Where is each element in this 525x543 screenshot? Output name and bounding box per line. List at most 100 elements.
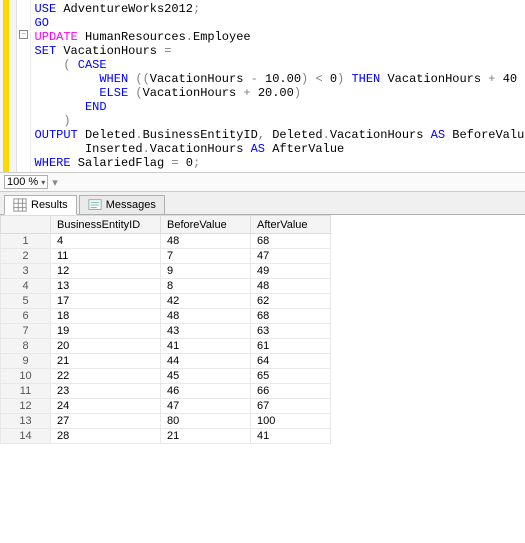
cell[interactable]: 44	[161, 354, 251, 369]
kw-else: ELSE	[35, 86, 129, 100]
row-header[interactable]: 12	[1, 399, 51, 414]
cell[interactable]: 19	[51, 324, 161, 339]
table-row[interactable]: 5174262	[1, 294, 331, 309]
row-header[interactable]: 10	[1, 369, 51, 384]
cell[interactable]: 23	[51, 384, 161, 399]
cell[interactable]: 22	[51, 369, 161, 384]
table-row[interactable]: 12244767	[1, 399, 331, 414]
row-header[interactable]: 13	[1, 414, 51, 429]
cell[interactable]: 20	[51, 339, 161, 354]
cell[interactable]: 4	[51, 234, 161, 249]
corner-cell[interactable]	[1, 216, 51, 234]
cell[interactable]: 68	[251, 309, 331, 324]
tab-messages[interactable]: Messages	[79, 195, 165, 215]
cell[interactable]: 47	[161, 399, 251, 414]
cell[interactable]: 48	[251, 279, 331, 294]
kw-set: SET	[35, 44, 57, 58]
table-row[interactable]: 10224565	[1, 369, 331, 384]
row-header[interactable]: 9	[1, 354, 51, 369]
table-row[interactable]: 11234666	[1, 384, 331, 399]
cell[interactable]: 49	[251, 264, 331, 279]
kw-go: GO	[35, 16, 49, 30]
zoom-dash-icon: ▾	[52, 176, 58, 189]
cell[interactable]: 65	[251, 369, 331, 384]
row-header[interactable]: 14	[1, 429, 51, 444]
sql-editor: − USE AdventureWorks2012; GO UPDATE Huma…	[0, 0, 525, 173]
cell[interactable]: 46	[161, 384, 251, 399]
cell[interactable]: 67	[251, 399, 331, 414]
cell[interactable]: 80	[161, 414, 251, 429]
cell[interactable]: 41	[251, 429, 331, 444]
cell[interactable]: 42	[161, 294, 251, 309]
code-area[interactable]: USE AdventureWorks2012; GO UPDATE HumanR…	[31, 0, 525, 172]
change-gutter	[0, 0, 17, 172]
cell[interactable]: 18	[51, 309, 161, 324]
table-row[interactable]: 7194363	[1, 324, 331, 339]
cell[interactable]: 47	[251, 249, 331, 264]
cell[interactable]: 8	[161, 279, 251, 294]
cell[interactable]: 7	[161, 249, 251, 264]
row-header[interactable]: 8	[1, 339, 51, 354]
cell[interactable]: 45	[161, 369, 251, 384]
grid-icon	[13, 198, 27, 212]
kw-when: WHEN	[35, 72, 129, 86]
cell[interactable]: 9	[161, 264, 251, 279]
tab-results[interactable]: Results	[4, 195, 77, 215]
tab-results-label: Results	[31, 199, 68, 211]
kw-output: OUTPUT	[35, 128, 78, 142]
edit-marker	[3, 0, 9, 172]
table-row[interactable]: 413848	[1, 279, 331, 294]
table-row[interactable]: 8204161	[1, 339, 331, 354]
col-header-aftervalue[interactable]: AfterValue	[251, 216, 331, 234]
fold-column: −	[17, 0, 30, 172]
table-row[interactable]: 6184868	[1, 309, 331, 324]
cell[interactable]: 48	[161, 309, 251, 324]
table-row[interactable]: 14282141	[1, 429, 331, 444]
cell[interactable]: 28	[51, 429, 161, 444]
cell[interactable]: 24	[51, 399, 161, 414]
cell[interactable]: 11	[51, 249, 161, 264]
cell[interactable]: 48	[161, 234, 251, 249]
cell[interactable]: 43	[161, 324, 251, 339]
table-row[interactable]: 144868	[1, 234, 331, 249]
table-row[interactable]: 211747	[1, 249, 331, 264]
row-header[interactable]: 6	[1, 309, 51, 324]
row-header[interactable]: 2	[1, 249, 51, 264]
zoom-select[interactable]: 100 % ▾	[4, 175, 48, 189]
kw-update: UPDATE	[35, 30, 78, 44]
col-header-businessentityid[interactable]: BusinessEntityID	[51, 216, 161, 234]
kw-use: USE	[35, 2, 57, 16]
cell[interactable]: 27	[51, 414, 161, 429]
kw-where: WHERE	[35, 156, 71, 170]
messages-icon	[88, 198, 102, 212]
table-row[interactable]: 312949	[1, 264, 331, 279]
cell[interactable]: 21	[161, 429, 251, 444]
table-row[interactable]: 132780100	[1, 414, 331, 429]
row-header[interactable]: 7	[1, 324, 51, 339]
cell[interactable]: 63	[251, 324, 331, 339]
cell[interactable]: 68	[251, 234, 331, 249]
kw-then: THEN	[351, 72, 380, 86]
header-row: BusinessEntityID BeforeValue AfterValue	[1, 216, 331, 234]
cell[interactable]: 21	[51, 354, 161, 369]
table-row[interactable]: 9214464	[1, 354, 331, 369]
cell[interactable]: 64	[251, 354, 331, 369]
cell[interactable]: 100	[251, 414, 331, 429]
row-header[interactable]: 3	[1, 264, 51, 279]
cell[interactable]: 61	[251, 339, 331, 354]
row-header[interactable]: 1	[1, 234, 51, 249]
collapse-icon[interactable]: −	[19, 30, 28, 39]
row-header[interactable]: 4	[1, 279, 51, 294]
cell[interactable]: 62	[251, 294, 331, 309]
cell[interactable]: 41	[161, 339, 251, 354]
kw-case: CASE	[78, 58, 107, 72]
row-header[interactable]: 5	[1, 294, 51, 309]
row-header[interactable]: 11	[1, 384, 51, 399]
zoom-bar: 100 % ▾ ▾	[0, 173, 525, 192]
col-header-beforevalue[interactable]: BeforeValue	[161, 216, 251, 234]
cell[interactable]: 17	[51, 294, 161, 309]
cell[interactable]: 12	[51, 264, 161, 279]
results-grid: BusinessEntityID BeforeValue AfterValue …	[0, 215, 525, 444]
cell[interactable]: 66	[251, 384, 331, 399]
cell[interactable]: 13	[51, 279, 161, 294]
